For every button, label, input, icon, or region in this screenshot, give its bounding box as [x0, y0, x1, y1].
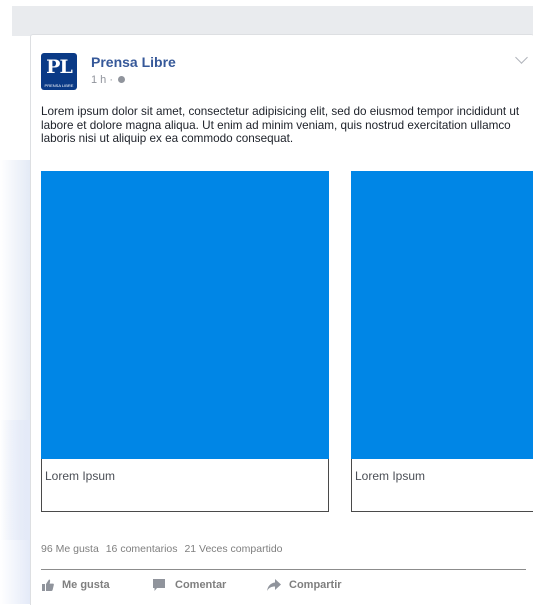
share-button[interactable]: Compartir — [267, 578, 357, 598]
feed-background-left-bottom — [0, 420, 30, 604]
carousel-caption-1: Lorem Ipsum — [45, 469, 116, 483]
carousel-item-2[interactable]: Lorem Ipsum — [351, 171, 533, 513]
post-body-text: Lorem ipsum dolor sit amet, consectetur … — [41, 105, 520, 145]
thumbs-up-icon — [42, 579, 54, 591]
carousel-image-1[interactable] — [41, 171, 329, 459]
carousel: Lorem Ipsum Lorem Ipsum — [41, 171, 533, 513]
comment-button[interactable]: Comentar — [153, 578, 243, 598]
avatar-logo-subtext: PRENSA LIBRE — [44, 83, 74, 88]
post-card: PL PRENSA LIBRE Prensa Libre 1 h · Lorem… — [30, 34, 533, 605]
chevron-down-icon[interactable] — [515, 51, 528, 64]
carousel-caption-box-1[interactable]: Lorem Ipsum — [41, 459, 329, 512]
likes-count[interactable]: 96 Me gusta — [41, 543, 99, 555]
share-label: Compartir — [289, 579, 342, 591]
like-label: Me gusta — [62, 579, 110, 591]
actions-divider — [41, 569, 526, 570]
avatar-logo-text: PL — [46, 56, 73, 78]
meta-separator: · — [109, 74, 114, 86]
shares-count[interactable]: 21 Veces compartido — [184, 543, 282, 555]
post-meta: 1 h · — [91, 74, 126, 86]
carousel-image-2[interactable] — [351, 171, 533, 459]
comment-label: Comentar — [175, 579, 227, 591]
comment-icon — [153, 579, 165, 591]
avatar[interactable]: PL PRENSA LIBRE — [41, 53, 77, 90]
page-name-link[interactable]: Prensa Libre — [91, 54, 176, 70]
carousel-item-1[interactable]: Lorem Ipsum — [41, 171, 329, 513]
globe-icon[interactable] — [118, 75, 126, 83]
share-arrow-icon — [267, 579, 281, 591]
carousel-caption-box-2[interactable]: Lorem Ipsum — [351, 459, 533, 512]
carousel-caption-2: Lorem Ipsum — [355, 469, 426, 483]
feed-background-top — [12, 6, 533, 36]
comments-count[interactable]: 16 comentarios — [106, 543, 178, 555]
post-time[interactable]: 1 h — [91, 74, 106, 86]
engagement-stats: 96 Me gusta 16 comentarios 21 Veces comp… — [41, 543, 287, 555]
